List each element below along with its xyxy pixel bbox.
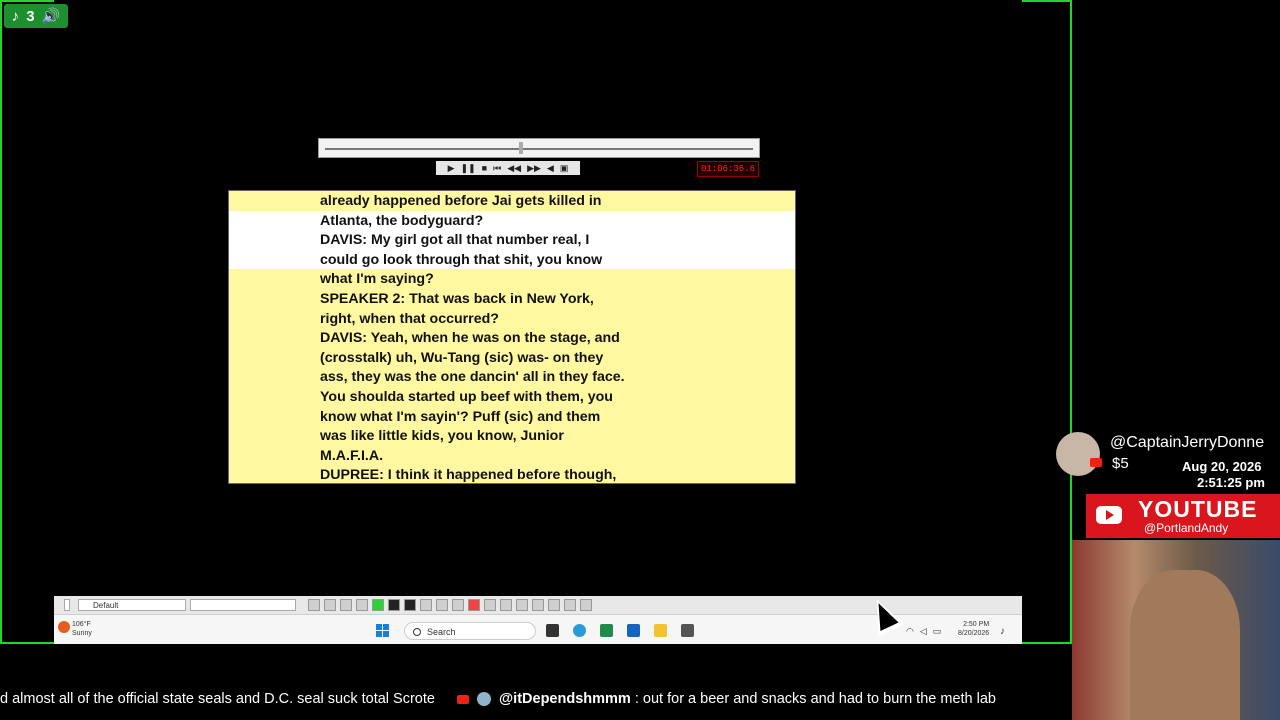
system-tray: ◠ ◁ ▭ <box>906 626 941 637</box>
taskbar-clock[interactable]: 2:50 PM 8/20/2026 <box>958 620 989 638</box>
transcript-line: SPEAKER 2: That was back in New York, <box>320 290 594 307</box>
clock-time: 2:50 PM <box>963 621 990 628</box>
transcript-line: what I'm saying? <box>320 271 434 288</box>
skip-back-icon[interactable]: ⏮ <box>493 163 501 174</box>
task-view-icon[interactable] <box>546 624 559 637</box>
battery-icon[interactable]: ▭ <box>933 626 942 637</box>
transcript-line: was like little kids, you know, Junior <box>320 428 564 445</box>
transcript-line: could go look through that shit, you kno… <box>320 251 603 268</box>
search-icon <box>413 628 421 636</box>
chat-username: @itDependshmmm <box>499 691 631 707</box>
transcript-line: You shoulda started up beef with them, y… <box>320 388 613 405</box>
youtube-handle: @PortlandAndy <box>1144 521 1229 535</box>
youtube-banner: YOUTUBE @PortlandAndy <box>1086 494 1280 538</box>
youtube-icon <box>456 694 469 704</box>
app-icon[interactable] <box>681 624 694 637</box>
stop-icon[interactable]: ■ <box>482 163 487 173</box>
pause-icon[interactable]: ❚❚ <box>461 163 476 174</box>
chat-ticker: d almost all of the official state seals… <box>0 686 1280 712</box>
clock-date: 8/20/2026 <box>958 630 990 637</box>
transcript-line: DAVIS: My girl got all that number real,… <box>320 232 590 249</box>
transcript-line: M.A.F.I.A. <box>320 447 384 464</box>
sun-icon <box>58 621 70 633</box>
volume-icon[interactable]: ◀ <box>547 163 554 174</box>
select-icon[interactable] <box>436 599 448 611</box>
image-icon[interactable] <box>356 599 368 611</box>
tiktok-icon: ♪ <box>11 7 20 25</box>
media-controls: ▶ ❚❚ ■ ⏮ ◀◀ ▶▶ ◀ ▣ <box>436 161 580 175</box>
youtube-logo-icon <box>1096 506 1122 524</box>
rect-icon[interactable] <box>516 599 528 611</box>
prev-icon[interactable] <box>308 599 320 611</box>
transcript-document: already happened before Jai gets killed … <box>228 190 796 484</box>
windows-start-icon[interactable] <box>376 624 389 637</box>
volume-icon[interactable]: ◁ <box>920 626 927 637</box>
notification-bell-icon[interactable]: ♪ <box>1000 626 1005 637</box>
media-seek-bar[interactable] <box>318 138 760 158</box>
grid-icon[interactable] <box>580 599 592 611</box>
next-icon[interactable] <box>324 599 336 611</box>
taskbar-search[interactable]: Search <box>404 622 536 640</box>
font-dropdown[interactable] <box>190 599 296 611</box>
bar-icon[interactable] <box>404 599 416 611</box>
forward-icon[interactable]: ▶▶ <box>527 163 541 174</box>
style-dropdown[interactable]: Default <box>78 599 186 611</box>
transcript-line: DAVIS: Yeah, when he was on the stage, a… <box>320 330 620 347</box>
donation-alert: @CaptainJerryDonne $5 Aug 20, 2026 2:51:… <box>1056 430 1280 490</box>
weather-temp: 106°F <box>72 621 91 628</box>
seek-track <box>325 148 753 150</box>
excel-icon[interactable] <box>600 624 613 637</box>
chat-message: : out for a beer and snacks and had to b… <box>634 691 996 707</box>
donation-date: Aug 20, 2026 <box>1182 459 1262 474</box>
weather-widget[interactable]: 106°F Sunny <box>58 620 92 638</box>
weather-desc: Sunny <box>72 630 92 637</box>
edge-icon[interactable] <box>573 624 586 637</box>
delete-icon[interactable] <box>548 599 560 611</box>
toolbar-menu-icon[interactable] <box>64 599 70 611</box>
tiktok-viewer-badge: ♪ 3 🔊 <box>4 4 68 28</box>
transcript-line: ass, they was the one dancin' all in the… <box>320 369 625 386</box>
toolbar-icons <box>308 599 592 611</box>
transcript-line: DUPREE: I think it happened before thoug… <box>320 467 617 484</box>
transcript-lines: already happened before Jai gets killed … <box>320 192 625 484</box>
donor-avatar <box>1056 432 1100 476</box>
outlook-icon[interactable] <box>627 624 640 637</box>
file-explorer-icon[interactable] <box>654 624 667 637</box>
green-color-icon[interactable] <box>372 599 384 611</box>
search-label: Search <box>427 627 456 637</box>
rewind-icon[interactable]: ◀◀ <box>507 163 521 174</box>
donation-time: 2:51:25 pm <box>1197 475 1265 490</box>
transcript-line: right, when that occurred? <box>320 310 499 327</box>
transcript-line: (crosstalk) uh, Wu-Tang (sic) was- on th… <box>320 349 604 366</box>
viewer-count: 3 <box>26 7 35 25</box>
snapshot-icon[interactable]: ▣ <box>560 163 569 174</box>
pen-icon[interactable] <box>468 599 480 611</box>
wifi-icon[interactable]: ◠ <box>906 626 914 637</box>
crop-icon[interactable] <box>532 599 544 611</box>
zoom-icon[interactable] <box>452 599 464 611</box>
youtube-label: YOUTUBE <box>1138 496 1258 522</box>
transcript-line: already happened before Jai gets killed … <box>320 193 602 209</box>
lines-icon[interactable] <box>420 599 432 611</box>
marker-icon[interactable] <box>340 599 352 611</box>
eraser-icon[interactable] <box>564 599 576 611</box>
speaker-icon: 🔊 <box>41 8 61 25</box>
seek-thumb[interactable] <box>519 142 523 154</box>
bar-icon[interactable] <box>388 599 400 611</box>
chat-avatar <box>477 692 492 707</box>
player-timecode: 01:06:36.6 <box>697 161 759 177</box>
transcript-line: know what I'm sayin'? Puff (sic) and the… <box>320 408 601 425</box>
taskbar-apps <box>546 624 694 637</box>
shape-icon[interactable] <box>484 599 496 611</box>
donor-username: @CaptainJerryDonne <box>1110 434 1265 451</box>
play-icon[interactable]: ▶ <box>448 163 455 174</box>
ticker-lead-text: d almost all of the official state seals… <box>0 691 435 707</box>
line-icon[interactable] <box>500 599 512 611</box>
transcript-line: Atlanta, the bodyguard? <box>320 212 484 229</box>
donation-amount: $5 <box>1112 455 1129 472</box>
youtube-icon <box>1090 458 1102 467</box>
